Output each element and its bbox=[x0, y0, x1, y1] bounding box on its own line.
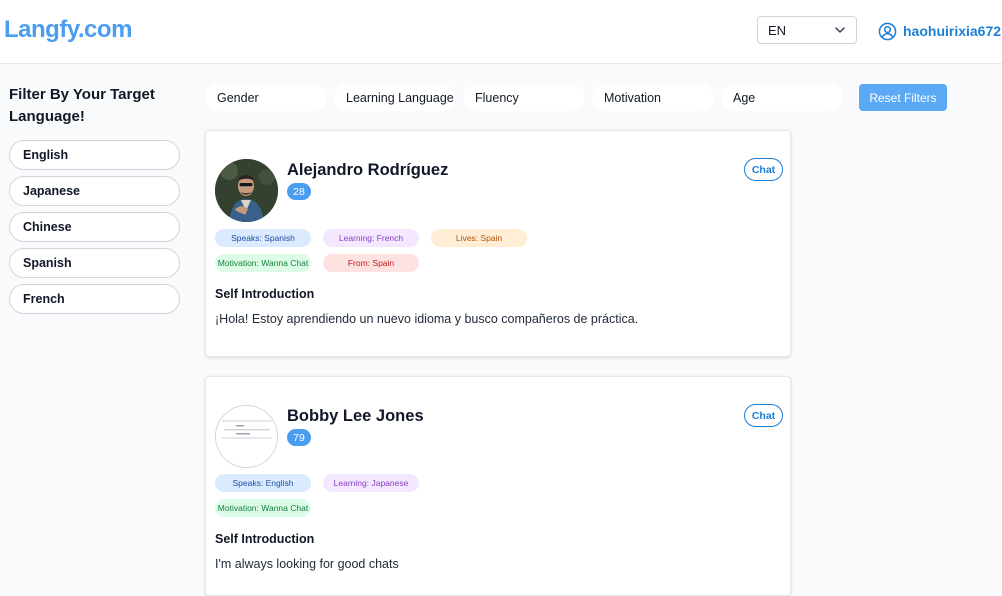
filter-learning-language[interactable]: Learning Language bbox=[334, 84, 456, 111]
profile-card: Alejandro Rodríguez 28 Chat Speaks: Span… bbox=[205, 130, 791, 357]
tag-lives: Lives: Spain bbox=[431, 229, 527, 247]
sidebar-title: Filter By Your Target Language! bbox=[9, 86, 155, 125]
tag-speaks: Speaks: Spanish bbox=[215, 229, 311, 247]
tag-learning: Learning: French bbox=[323, 229, 419, 247]
profile-name: Alejandro Rodríguez bbox=[287, 161, 449, 179]
profile-photo bbox=[215, 159, 278, 222]
tag-from: From: Spain bbox=[323, 254, 419, 272]
chat-button[interactable]: Chat bbox=[744, 404, 783, 427]
profile-card: Bobby Lee Jones 79 Chat Speaks: English … bbox=[205, 376, 791, 596]
top-header: Langfy.com EN haohuirixia672 bbox=[0, 0, 1002, 64]
chevron-down-icon bbox=[835, 27, 845, 33]
avatar bbox=[215, 159, 278, 222]
chat-button[interactable]: Chat bbox=[744, 158, 783, 181]
language-filter-list: English Japanese Chinese Spanish French bbox=[9, 140, 180, 320]
tag-motivation: Motivation: Wanna Chat bbox=[215, 254, 311, 272]
language-select[interactable]: EN bbox=[757, 16, 857, 44]
tag-learning: Learning: Japanese bbox=[323, 474, 419, 492]
username-link[interactable]: haohuirixia672 bbox=[903, 23, 1001, 39]
filter-bar: Gender Learning Language Fluency Motivat… bbox=[205, 84, 843, 111]
tag-speaks: Speaks: English bbox=[215, 474, 311, 492]
filter-gender[interactable]: Gender bbox=[205, 84, 327, 111]
age-badge: 28 bbox=[287, 183, 311, 200]
reset-filters-button[interactable]: Reset Filters bbox=[859, 84, 947, 111]
user-circle-icon bbox=[878, 22, 897, 40]
sidebar-item-spanish[interactable]: Spanish bbox=[9, 248, 180, 278]
sidebar-item-japanese[interactable]: Japanese bbox=[9, 176, 180, 206]
filter-motivation[interactable]: Motivation bbox=[592, 84, 714, 111]
avatar bbox=[215, 405, 278, 468]
intro-heading: Self Introduction bbox=[215, 532, 315, 546]
intro-heading: Self Introduction bbox=[215, 287, 315, 301]
filter-age[interactable]: Age bbox=[721, 84, 843, 111]
sidebar-item-chinese[interactable]: Chinese bbox=[9, 212, 180, 242]
user-menu[interactable]: haohuirixia672 bbox=[878, 20, 1001, 42]
age-badge: 79 bbox=[287, 429, 311, 446]
intro-text: ¡Hola! Estoy aprendiendo un nuevo idioma… bbox=[215, 312, 639, 326]
filter-fluency[interactable]: Fluency bbox=[463, 84, 585, 111]
intro-text: I'm always looking for good chats bbox=[215, 557, 399, 571]
profile-name: Bobby Lee Jones bbox=[287, 407, 424, 425]
sidebar-item-french[interactable]: French bbox=[9, 284, 180, 314]
profile-photo bbox=[216, 406, 277, 467]
sidebar-item-english[interactable]: English bbox=[9, 140, 180, 170]
tag-motivation: Motivation: Wanna Chat bbox=[215, 499, 311, 517]
language-select-value: EN bbox=[768, 22, 787, 38]
site-logo[interactable]: Langfy.com bbox=[4, 16, 132, 44]
